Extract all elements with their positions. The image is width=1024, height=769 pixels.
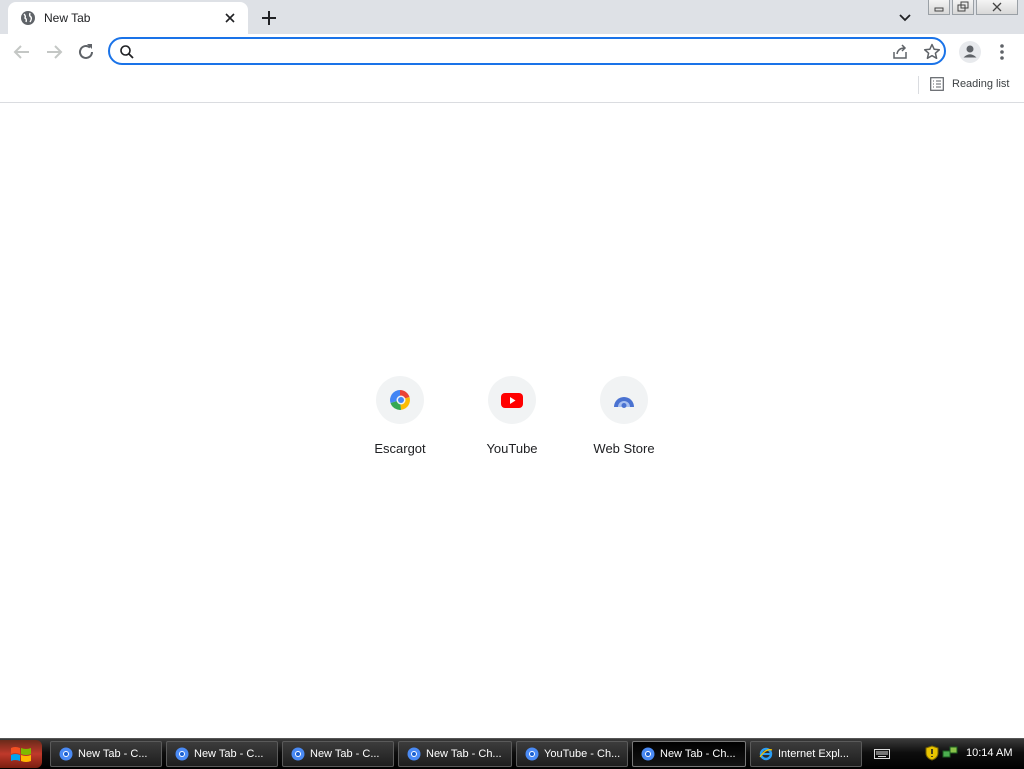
taskbar-item[interactable]: New Tab - C... — [166, 741, 278, 767]
web-store-icon — [614, 397, 634, 408]
shortcut-escargot[interactable]: Escargot — [344, 376, 456, 466]
start-button[interactable] — [0, 740, 42, 768]
taskbar-item-label: Internet Expl... — [778, 748, 849, 760]
security-shield-icon[interactable] — [924, 745, 940, 761]
reading-list-label: Reading list — [952, 78, 1010, 90]
minimize-button[interactable] — [928, 0, 950, 15]
chrome-icon — [175, 747, 189, 761]
shortcut-label: Escargot — [374, 441, 426, 456]
taskbar-item[interactable]: New Tab - C... — [50, 741, 162, 767]
youtube-icon — [501, 393, 523, 408]
more-menu-icon[interactable] — [992, 40, 1012, 64]
forward-arrow-icon[interactable] — [42, 40, 66, 64]
address-input[interactable] — [142, 42, 866, 62]
clock[interactable]: 10:14 AM — [966, 747, 1012, 759]
taskbar-item-label: New Tab - Ch... — [426, 748, 502, 760]
taskbar-item[interactable]: Internet Expl... — [750, 741, 862, 767]
taskbar-item-active[interactable]: New Tab - Ch... — [632, 741, 746, 767]
tab-strip: New Tab — [0, 0, 1024, 34]
address-bar[interactable] — [108, 37, 946, 65]
profile-avatar-icon[interactable] — [958, 40, 982, 64]
shortcut-youtube[interactable]: YouTube — [456, 376, 568, 466]
shortcut-tile — [600, 376, 648, 424]
taskbar-item[interactable]: New Tab - Ch... — [398, 741, 512, 767]
globe-icon — [21, 11, 35, 25]
tab-new-tab[interactable]: New Tab — [8, 2, 248, 34]
shortcut-label: YouTube — [486, 441, 538, 456]
bookmarks-bar: Reading list — [0, 70, 1024, 103]
keyboard-icon[interactable] — [874, 747, 890, 761]
chrome-icon — [59, 747, 73, 761]
network-icon[interactable] — [942, 745, 958, 761]
internet-explorer-icon — [759, 747, 773, 761]
taskbar-item[interactable]: New Tab - C... — [282, 741, 394, 767]
tab-search-chevron-icon[interactable] — [894, 6, 916, 28]
close-window-button[interactable] — [976, 0, 1018, 15]
restore-button[interactable] — [952, 0, 974, 15]
windows-logo-icon — [11, 747, 31, 762]
chrome-icon — [641, 747, 655, 761]
bookmarks-separator — [918, 76, 919, 94]
search-icon — [120, 45, 134, 59]
taskbar-item-label: New Tab - C... — [310, 748, 380, 760]
taskbar-item[interactable]: YouTube - Ch... — [516, 741, 628, 767]
close-tab-icon[interactable] — [222, 10, 238, 26]
tab-title: New Tab — [44, 11, 91, 25]
shortcut-web-store[interactable]: Web Store — [568, 376, 680, 466]
system-tray: 10:14 AM — [870, 739, 1024, 769]
chrome-icon — [407, 747, 421, 761]
new-tab-button[interactable] — [258, 7, 280, 29]
toolbar — [0, 34, 1024, 70]
taskbar-item-label: YouTube - Ch... — [544, 748, 621, 760]
escargot-icon — [390, 390, 410, 410]
taskbar-item-label: New Tab - C... — [78, 748, 148, 760]
taskbar-item-label: New Tab - Ch... — [660, 748, 736, 760]
back-arrow-icon[interactable] — [10, 40, 34, 64]
reading-list-icon — [930, 77, 944, 91]
share-icon[interactable] — [890, 42, 910, 62]
bookmark-star-icon[interactable] — [922, 42, 942, 62]
taskbar: New Tab - C... New Tab - C... New Tab - … — [0, 738, 1024, 769]
reload-icon[interactable] — [74, 40, 98, 64]
shortcut-tile — [488, 376, 536, 424]
shortcut-tile — [376, 376, 424, 424]
chrome-icon — [291, 747, 305, 761]
chrome-icon — [525, 747, 539, 761]
shortcut-label: Web Store — [593, 441, 655, 456]
taskbar-item-label: New Tab - C... — [194, 748, 264, 760]
